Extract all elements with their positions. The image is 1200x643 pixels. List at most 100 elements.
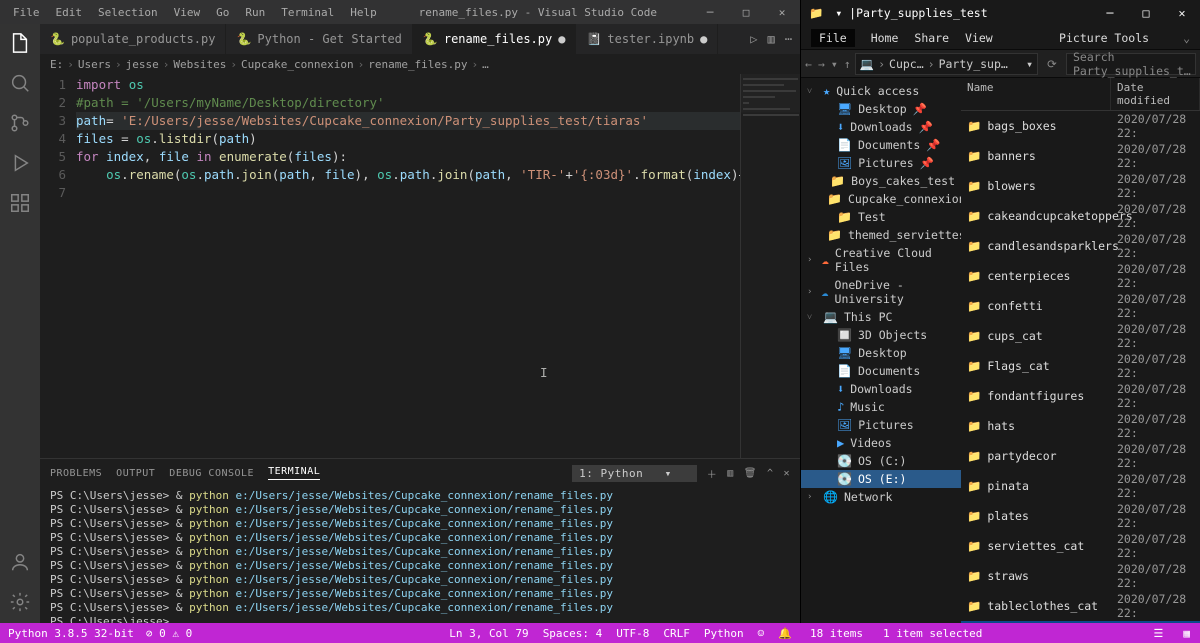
ribbon-tool-tab[interactable]: Picture Tools	[1059, 31, 1149, 45]
nav-item-os-c-[interactable]: 💽OS (C:)	[801, 452, 961, 470]
extensions-icon[interactable]	[9, 192, 31, 214]
menu-item-help[interactable]: Help	[343, 4, 384, 21]
code-line[interactable]: os.rename(os.path.join(path, file), os.p…	[76, 166, 740, 184]
code-line[interactable]: #path = '/Users/myName/Desktop/directory…	[76, 94, 740, 112]
minimize-button[interactable]: ─	[1092, 0, 1128, 26]
panel-chevron-icon[interactable]: ^	[767, 468, 774, 479]
explorer-icon[interactable]	[9, 32, 31, 54]
ribbon-tab-home[interactable]: Home	[871, 31, 899, 45]
run-icon[interactable]: ▷	[750, 32, 757, 46]
file-row-Flags_cat[interactable]: 📁Flags_cat 2020/07/28 22:	[961, 351, 1200, 381]
python-version[interactable]: Python 3.8.5 32-bit	[8, 627, 134, 640]
breadcrumb-seg[interactable]: E:	[50, 58, 63, 71]
menu-item-terminal[interactable]: Terminal	[274, 4, 341, 21]
feedback-icon[interactable]: ☺	[758, 627, 765, 640]
nav-item-music[interactable]: ♪Music	[801, 398, 961, 416]
nav-item-os-e-[interactable]: 💽OS (E:)	[801, 470, 961, 488]
nav-item-documents[interactable]: 📄Documents	[801, 362, 961, 380]
nav-item-downloads[interactable]: ⬇Downloads	[801, 380, 961, 398]
col-name-header[interactable]: Name	[961, 78, 1111, 110]
panel-tab-terminal[interactable]: TERMINAL	[268, 466, 320, 480]
recent-chevron-icon[interactable]: ▾	[831, 57, 838, 71]
split-terminal-icon[interactable]: ▥	[727, 468, 734, 479]
close-button[interactable]: ✕	[764, 0, 800, 24]
file-row-centerpieces[interactable]: 📁centerpieces 2020/07/28 22:	[961, 261, 1200, 291]
problems-badge[interactable]: ⊘ 0 ⚠ 0	[146, 627, 192, 640]
file-row-bags_boxes[interactable]: 📁bags_boxes 2020/07/28 22:	[961, 111, 1200, 141]
account-icon[interactable]	[9, 551, 31, 573]
nav-item-desktop[interactable]: 🖥Desktop	[801, 344, 961, 362]
code-line[interactable]: path= 'E:/Users/jesse/Websites/Cupcake_c…	[76, 112, 740, 130]
expand-chevron-icon[interactable]: ˅	[807, 312, 817, 323]
encoding-info[interactable]: UTF-8	[616, 627, 649, 640]
menu-item-edit[interactable]: Edit	[49, 4, 90, 21]
code-line[interactable]: for index, file in enumerate(files):	[76, 148, 740, 166]
nav-item-downloads[interactable]: ⬇Downloads 📌	[801, 118, 961, 136]
breadcrumb-seg[interactable]: jesse	[126, 58, 159, 71]
source-control-icon[interactable]	[9, 112, 31, 134]
language-mode[interactable]: Python	[704, 627, 744, 640]
close-button[interactable]: ✕	[1164, 0, 1200, 26]
address-bar[interactable]: 💻 › Cupc… › Party_sup… ▾	[855, 53, 1038, 75]
more-icon[interactable]: ⋯	[785, 32, 792, 46]
maximize-button[interactable]: □	[728, 0, 764, 24]
minimap[interactable]	[740, 74, 800, 458]
file-row-partydecor[interactable]: 📁partydecor 2020/07/28 22:	[961, 441, 1200, 471]
nav-item-network[interactable]: ›🌐Network	[801, 488, 961, 506]
file-row-tableclothes_cat[interactable]: 📁tableclothes_cat 2020/07/28 22:	[961, 591, 1200, 621]
breadcrumb-seg[interactable]: …	[482, 58, 489, 71]
menu-item-run[interactable]: Run	[238, 4, 272, 21]
nav-item-test[interactable]: 📁Test	[801, 208, 961, 226]
kill-terminal-icon[interactable]: 🗑	[744, 468, 757, 479]
panel-tab-output[interactable]: OUTPUT	[116, 468, 155, 479]
panel-tab-debug-console[interactable]: DEBUG CONSOLE	[169, 468, 254, 479]
up-button[interactable]: ↑	[844, 57, 851, 71]
file-row-pinata[interactable]: 📁pinata 2020/07/28 22:	[961, 471, 1200, 501]
debug-icon[interactable]	[9, 152, 31, 174]
indent-info[interactable]: Spaces: 4	[543, 627, 603, 640]
new-terminal-icon[interactable]: ＋	[707, 466, 718, 481]
menu-item-go[interactable]: Go	[209, 4, 236, 21]
minimize-button[interactable]: ─	[692, 0, 728, 24]
file-row-candlesandsparklers[interactable]: 📁candlesandsparklers 2020/07/28 22:	[961, 231, 1200, 261]
nav-item-cupcake_connexion[interactable]: 📁Cupcake_connexion	[801, 190, 961, 208]
file-row-straws[interactable]: 📁straws 2020/07/28 22:	[961, 561, 1200, 591]
close-panel-icon[interactable]: ✕	[783, 468, 790, 479]
nav-item-boys_cakes_test[interactable]: 📁Boys_cakes_test	[801, 172, 961, 190]
file-row-confetti[interactable]: 📁confetti 2020/07/28 22:	[961, 291, 1200, 321]
nav-item-videos[interactable]: ▶Videos	[801, 434, 961, 452]
nav-item-3d-objects[interactable]: 🔲3D Objects	[801, 326, 961, 344]
ribbon-chevron-icon[interactable]: ⌄	[1183, 31, 1190, 45]
menu-item-file[interactable]: File	[6, 4, 47, 21]
eol-info[interactable]: CRLF	[663, 627, 690, 640]
refresh-button[interactable]: ⟳	[1042, 57, 1062, 71]
file-row-cups_cat[interactable]: 📁cups_cat 2020/07/28 22:	[961, 321, 1200, 351]
addr-seg[interactable]: Cupc…	[889, 57, 924, 71]
breadcrumb-seg[interactable]: rename_files.py	[368, 58, 467, 71]
cursor-position[interactable]: Ln 3, Col 79	[449, 627, 528, 640]
nav-item-quick-access[interactable]: ˅★Quick access	[801, 82, 961, 100]
forward-button[interactable]: →	[818, 57, 825, 71]
notifications-icon[interactable]: 🔔	[778, 627, 792, 640]
code-line[interactable]: import os	[76, 76, 740, 94]
search-icon[interactable]	[9, 72, 31, 94]
code-area[interactable]: import os#path = '/Users/myName/Desktop/…	[76, 74, 740, 458]
breadcrumb-seg[interactable]: Websites	[173, 58, 226, 71]
ribbon-tab-view[interactable]: View	[965, 31, 993, 45]
search-input[interactable]: Search Party_supplies_t…	[1066, 53, 1196, 75]
ribbon-tab-share[interactable]: Share	[914, 31, 949, 45]
code-line[interactable]: files = os.listdir(path)	[76, 130, 740, 148]
breadcrumb-seg[interactable]: Users	[78, 58, 111, 71]
back-button[interactable]: ←	[805, 57, 812, 71]
dropdown-chevron-icon[interactable]: ▾	[1026, 57, 1033, 71]
nav-item-creative-cloud-files[interactable]: ›☁Creative Cloud Files	[801, 244, 961, 276]
file-row-plates[interactable]: 📁plates 2020/07/28 22:	[961, 501, 1200, 531]
tab-python-get-started[interactable]: 🐍Python - Get Started	[226, 24, 412, 54]
nav-item-documents[interactable]: 📄Documents 📌	[801, 136, 961, 154]
col-date-header[interactable]: Date modified	[1111, 78, 1200, 110]
thumbs-view-icon[interactable]: ▦	[1183, 627, 1190, 640]
expand-chevron-icon[interactable]: ˅	[807, 86, 817, 97]
expand-chevron-icon[interactable]: ›	[807, 492, 817, 502]
details-view-icon[interactable]: ☰	[1154, 627, 1164, 640]
expand-chevron-icon[interactable]: ›	[807, 255, 816, 265]
